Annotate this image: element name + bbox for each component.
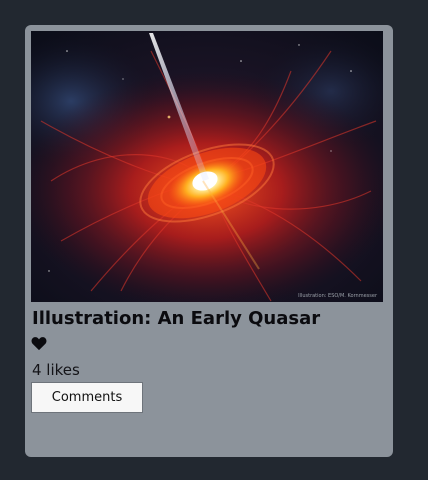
likes-count: 4 likes: [32, 361, 80, 379]
image-credit: Illustration: ESO/M. Kornmesser: [298, 293, 377, 299]
comments-button[interactable]: Comments: [31, 382, 143, 413]
quasar-image: Illustration: ESO/M. Kornmesser: [31, 31, 383, 302]
heart-icon[interactable]: [31, 336, 47, 351]
post-card: Illustration: ESO/M. Kornmesser Illustra…: [25, 25, 393, 457]
post-title: Illustration: An Early Quasar: [32, 308, 321, 329]
quasar-illustration: [31, 31, 383, 302]
